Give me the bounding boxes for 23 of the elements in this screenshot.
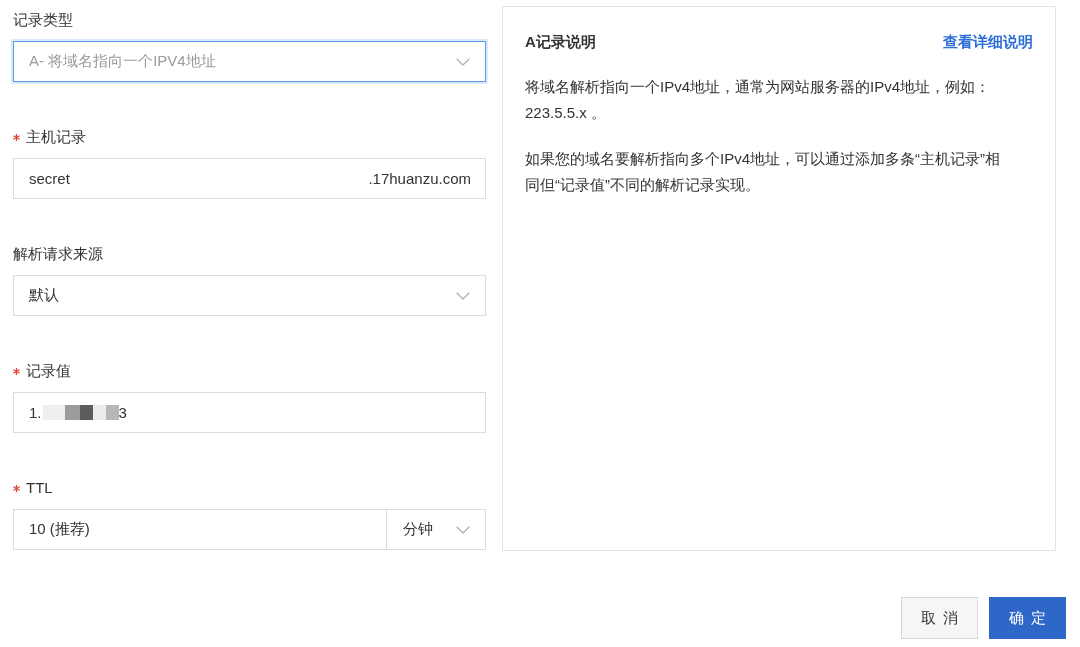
chevron-down-icon [456, 525, 470, 534]
field-value-text: 3 [118, 404, 127, 421]
field-label: 主机记录 [26, 127, 86, 147]
chevron-down-icon [456, 57, 470, 66]
chevron-down-icon [456, 291, 470, 300]
field-label: 记录类型 [13, 10, 73, 30]
panel-title: A记录说明 [525, 32, 596, 52]
field-label: 记录值 [26, 361, 71, 381]
cancel-button[interactable]: 取消 [901, 597, 978, 639]
text-field[interactable]: secret .17huanzu.com [13, 158, 486, 199]
domain-suffix-text: .17huanzu.com [368, 170, 471, 187]
confirm-button[interactable]: 确定 [989, 597, 1066, 639]
field-label: TTL [26, 478, 53, 498]
unit-select[interactable]: 分钟 [386, 509, 486, 550]
detail-link[interactable]: 查看详细说明 [943, 32, 1033, 52]
description-paragraph: 如果您的域名要解析指向多个IPv4地址，可以通过添加多条“主机记录”相同但“记录值”不同的解析记录实现。 [525, 149, 1001, 195]
select-field[interactable]: 默认 [13, 275, 486, 316]
text-field[interactable]: 1. 3 [13, 392, 486, 433]
field-value-text: 1. [29, 404, 42, 421]
description-paragraph: 将域名解析指向一个IPv4地址，通常为网站服务器的IPv4地址，例如：223.5.5.x 。 [525, 77, 992, 123]
redaction-mask-icon [42, 405, 119, 420]
field-label: 解析请求来源 [13, 244, 103, 264]
text-field[interactable]: 10 (推荐) [13, 509, 387, 550]
